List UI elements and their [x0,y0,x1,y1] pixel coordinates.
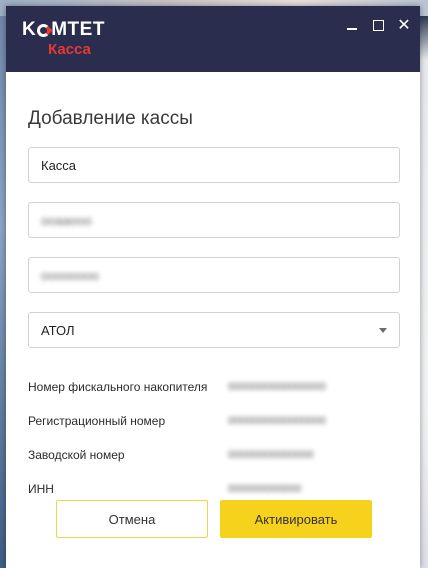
password-input[interactable]: oooooooo [28,257,400,293]
logo-wordmark: K MTET [22,19,105,40]
login-input[interactable]: ooaaooo [28,202,400,238]
logo-letter-k: K [22,19,37,40]
app-window: K MTET Касса ✕ Добавление кассы Касса oo… [6,6,420,568]
page-title: Добавление кассы [28,108,193,129]
logo-subtitle: Касса [48,41,91,58]
logo-letters-mtet: MTET [51,19,105,40]
reg-number-value: 0000000000000000 [228,415,326,427]
close-button[interactable]: ✕ [392,14,416,36]
serial-number-label: Заводской номер [28,448,125,462]
model-select[interactable]: АТОЛ [28,312,400,348]
password-value: oooooooo [41,267,99,283]
login-value: ooaaooo [41,212,92,228]
chevron-down-icon [379,327,387,333]
minimize-button[interactable] [340,14,364,36]
close-icon: ✕ [397,17,411,34]
inn-label: ИНН [28,482,54,496]
dialog-buttons: Отмена Активировать [56,500,372,538]
info-row-serial-number: Заводской номер 00000000000000 [28,438,400,472]
cash-register-name-value: Касса [41,157,77,173]
title-bar: K MTET Касса ✕ [6,6,420,72]
fn-value: 0000000000000000 [228,381,326,393]
maximize-button[interactable] [366,14,390,36]
cash-register-name-input[interactable]: Касса [28,147,400,183]
info-row-fn: Номер фискального накопителя 00000000000… [28,370,400,404]
inn-value: 000000000000 [228,483,302,495]
reg-number-label: Регистрационный номер [28,414,166,428]
komtet-logo: K MTET Касса [22,19,105,58]
model-selected-value: АТОЛ [41,322,75,338]
fn-label: Номер фискального накопителя [28,380,208,394]
dialog-content: Добавление кассы Касса ooaaooo oooooooo … [6,108,420,506]
logo-o-icon [37,23,53,37]
minimize-icon [347,28,357,30]
serial-number-value: 00000000000000 [228,449,314,461]
window-controls: ✕ [340,14,416,36]
info-row-reg-number: Регистрационный номер 0000000000000000 [28,404,400,438]
maximize-icon [372,19,384,31]
cancel-button[interactable]: Отмена [56,500,208,538]
activate-button[interactable]: Активировать [220,500,372,538]
